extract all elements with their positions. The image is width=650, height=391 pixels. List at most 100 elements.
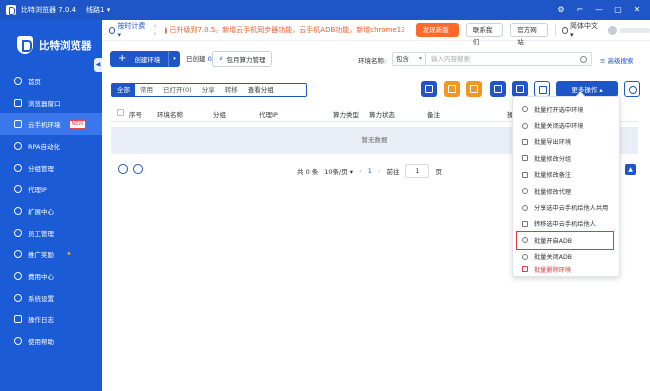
tab-all[interactable]: 全部 bbox=[112, 84, 135, 96]
menu-item-enable-adb[interactable]: 批量开启ADB bbox=[516, 231, 614, 250]
new-version-button[interactable]: 发现新版本 bbox=[415, 23, 459, 48]
sidebar-item-home[interactable]: 首页 bbox=[0, 70, 102, 92]
create-dropdown-icon[interactable]: ▾ bbox=[168, 51, 180, 67]
language-select[interactable]: 简体中文 ▾ bbox=[561, 21, 600, 39]
sidebar-item-settings[interactable]: 系统设置 bbox=[0, 287, 102, 309]
contact-us-button[interactable]: 联系我们 bbox=[465, 23, 504, 46]
settings-icon[interactable]: ⚙ bbox=[556, 5, 566, 15]
route-select[interactable]: 线路1 ▾ bbox=[86, 5, 110, 15]
sidebar-item-staff[interactable]: 员工管理 bbox=[0, 222, 102, 244]
folder-icon bbox=[522, 155, 528, 162]
briefcase-icon bbox=[448, 85, 456, 93]
close-circle-icon bbox=[522, 122, 528, 129]
new-badge: NEW bbox=[68, 119, 87, 129]
sidebar-item-browser-window[interactable]: 浏览器窗口 bbox=[0, 92, 102, 114]
menu-item-export[interactable]: 批量导出环境 bbox=[513, 134, 619, 150]
transfer-icon bbox=[522, 220, 528, 227]
share-button[interactable] bbox=[512, 81, 528, 97]
current-page[interactable]: 1 bbox=[368, 167, 372, 175]
app-logo-icon bbox=[6, 5, 16, 15]
menu-item-open-selected[interactable]: 批量打开选中环境 bbox=[513, 101, 619, 117]
close-circle-icon[interactable] bbox=[133, 164, 143, 174]
sidebar-item-extensions[interactable]: 扩展中心 bbox=[0, 200, 102, 222]
sidebar-item-billing[interactable]: 费用中心 bbox=[0, 265, 102, 287]
notice-arrows[interactable]: ‹ › bbox=[153, 22, 160, 38]
warning-icon: ! bbox=[165, 26, 168, 34]
pagination: 共 0 条 10条/页 ▾ ‹ 1 › 前往 1 页 bbox=[297, 164, 442, 178]
billing-mode-select[interactable]: 按时计费 ▾ bbox=[109, 21, 147, 39]
column-index[interactable]: 序号 bbox=[129, 109, 142, 119]
sidebar-item-cloud-phone[interactable]: 云手机环境 NEW bbox=[0, 113, 102, 136]
title-bar: 比特浏览器 7.0.4 线路1 ▾ ⚙ ⌐ — ▢ ✕ bbox=[0, 0, 650, 20]
more-actions-menu: 批量打开选中环境 批量关闭选中环境 批量导出环境 批量修改分组 批量修改备注 批… bbox=[512, 96, 620, 277]
menu-item-edit-proxy[interactable]: 批量修改代理 bbox=[513, 183, 619, 199]
close-icon[interactable]: ✕ bbox=[632, 5, 642, 15]
menu-item-close-selected[interactable]: 批量关闭选中环境 bbox=[513, 117, 619, 133]
system-settings-icon bbox=[14, 293, 22, 302]
window-icon bbox=[14, 98, 22, 107]
sidebar-item-help[interactable]: 使用帮助 bbox=[0, 330, 102, 352]
clock-icon bbox=[109, 26, 116, 34]
menu-item-transfer-phone[interactable]: 转移选中云手机给他人 bbox=[513, 216, 619, 232]
sidebar-item-rpa[interactable]: RPA自动化 bbox=[0, 135, 102, 157]
sidebar: 比特浏览器 ◀ 首页 浏览器窗口 云手机环境 NEW RPA自动化 分组管理 代理… bbox=[0, 20, 102, 391]
layout-button[interactable] bbox=[421, 81, 437, 97]
tab-view-groups[interactable]: 查看分组 bbox=[243, 84, 279, 96]
menu-item-delete-env[interactable]: 批量删除环境 bbox=[513, 261, 619, 277]
username-redacted bbox=[620, 27, 650, 33]
prev-page-icon[interactable]: ‹ bbox=[359, 167, 362, 175]
app-title: 比特浏览器 7.0.4 bbox=[21, 6, 77, 14]
refresh-icon bbox=[629, 86, 637, 94]
staff-icon bbox=[14, 228, 22, 237]
update-notice[interactable]: ! 已升级到7.0.5。新增云手机同步器功能，云手机ADB功能，新增chrome1… bbox=[165, 25, 404, 35]
batch-open-button[interactable] bbox=[444, 81, 460, 97]
tab-favorites[interactable]: 常用 bbox=[135, 84, 158, 96]
sidebar-item-referral[interactable]: 推广奖励 ✦ bbox=[0, 244, 102, 266]
select-all-checkbox[interactable] bbox=[117, 109, 124, 116]
minimize-icon[interactable]: — bbox=[594, 5, 604, 15]
column-settings-button[interactable] bbox=[534, 81, 550, 97]
more-actions-button[interactable]: 更多操作 ▴ bbox=[556, 81, 618, 97]
extension-button[interactable] bbox=[466, 81, 482, 97]
maximize-icon[interactable]: ▢ bbox=[613, 5, 623, 15]
puzzle-icon bbox=[470, 85, 478, 93]
sync-button[interactable] bbox=[490, 81, 506, 97]
sidebar-item-proxy-ip[interactable]: 代理IP bbox=[0, 178, 102, 200]
export-icon bbox=[522, 138, 528, 145]
page-size-select[interactable]: 10条/页 ▾ bbox=[324, 166, 353, 176]
share-icon bbox=[516, 85, 524, 93]
goto-page-input[interactable]: 1 bbox=[405, 164, 430, 178]
user-menu[interactable] bbox=[608, 25, 650, 35]
next-page-icon[interactable]: › bbox=[378, 167, 381, 175]
advanced-search-link[interactable]: ≡ 高级搜索 bbox=[600, 55, 634, 65]
extension-icon bbox=[14, 206, 22, 215]
divider bbox=[554, 24, 556, 36]
goto-label: 前往 bbox=[386, 168, 400, 176]
billing-icon bbox=[14, 272, 22, 281]
column-env-name[interactable]: 环境名称 bbox=[157, 109, 183, 119]
globe-icon bbox=[561, 26, 569, 34]
monthly-power-button[interactable]: ⚡ 包月算力管理 bbox=[212, 51, 272, 67]
collapse-sidebar-icon[interactable]: ◀ bbox=[94, 58, 102, 72]
home-icon bbox=[14, 76, 22, 85]
menu-item-share-phone[interactable]: 分享选中云手机给他人共用 bbox=[513, 199, 619, 215]
tab-opened[interactable]: 已打开(0) bbox=[158, 84, 197, 96]
grid-icon bbox=[425, 85, 433, 93]
menu-item-edit-remark[interactable]: 批量修改备注 bbox=[513, 167, 619, 183]
sidebar-item-groups[interactable]: 分组管理 bbox=[0, 157, 102, 179]
settings-circle-icon[interactable] bbox=[118, 164, 128, 174]
tab-shared[interactable]: 分享 bbox=[197, 84, 220, 96]
search-input[interactable]: 输入内容搜索 bbox=[426, 52, 592, 66]
pin-icon[interactable]: ⌐ bbox=[575, 5, 585, 15]
cloud-phone-icon bbox=[14, 120, 22, 129]
match-mode-select[interactable]: 包含 bbox=[392, 52, 426, 66]
scroll-top-icon[interactable]: ▲ bbox=[625, 164, 636, 175]
official-site-button[interactable]: 官方网站 bbox=[510, 23, 548, 46]
menu-item-edit-group[interactable]: 批量修改分组 bbox=[513, 150, 619, 166]
refresh-button[interactable] bbox=[624, 81, 640, 97]
log-icon bbox=[14, 315, 22, 324]
create-environment-button[interactable]: + 创建环境 ▾ bbox=[110, 51, 180, 67]
sidebar-item-logs[interactable]: 操作日志 bbox=[0, 309, 102, 331]
total-count: 共 0 条 bbox=[297, 168, 319, 176]
tab-transfer[interactable]: 转移 bbox=[220, 84, 243, 96]
